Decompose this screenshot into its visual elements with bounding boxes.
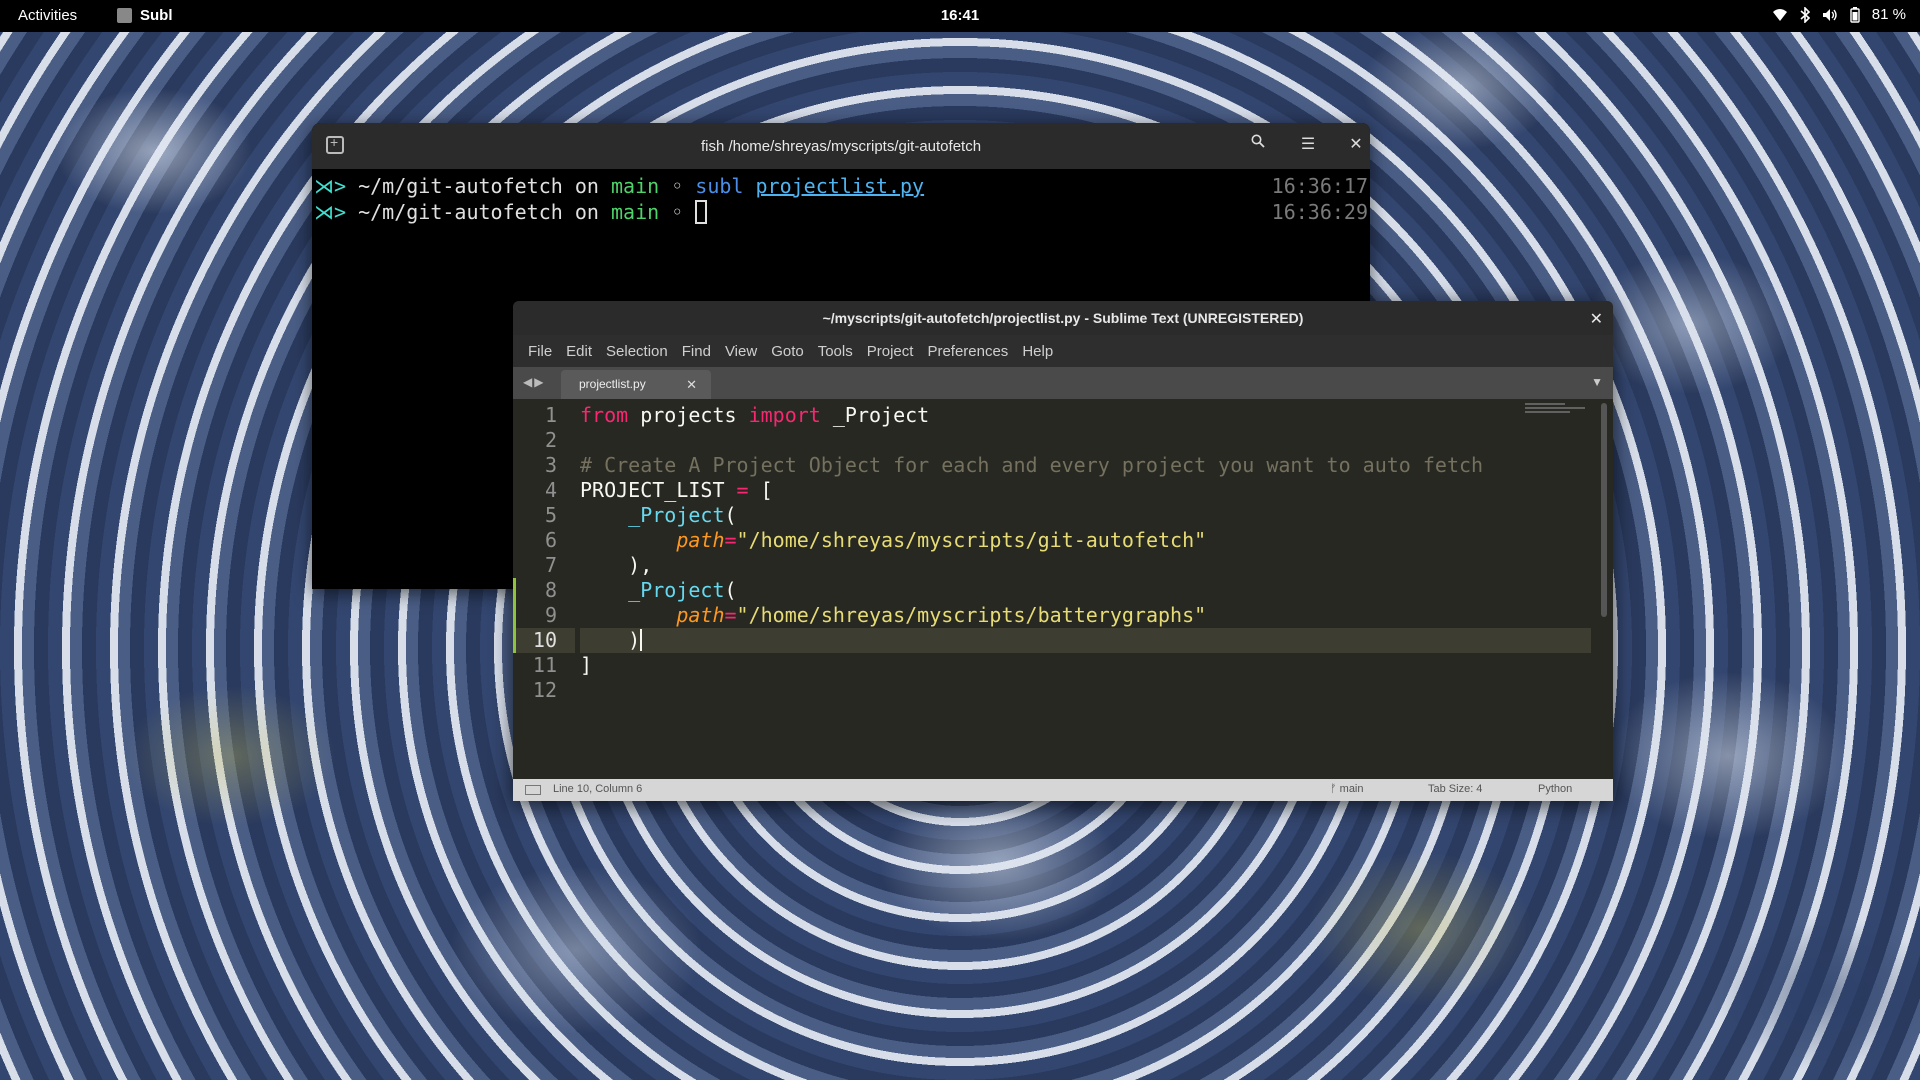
tab-size[interactable]: Tab Size: 4 [1428,783,1482,795]
line-number: 5 [544,503,557,527]
code-line[interactable]: # Create A Project Object for each and e… [580,453,1591,478]
clock[interactable]: 16:41 [941,7,979,24]
terminal-line: ⋊> ~/m/git-autofetch on main ◦ subl proj… [314,174,1368,198]
line-number: 8 [544,578,557,602]
tab-dropdown-icon[interactable]: ▼ [1591,375,1603,389]
menu-goto[interactable]: Goto [764,343,811,360]
line-number: 3 [544,453,557,477]
menu-help[interactable]: Help [1015,343,1060,360]
minimap[interactable] [1525,401,1595,431]
close-icon[interactable]: ✕ [1344,134,1368,154]
code-line[interactable]: ] [580,653,1591,678]
top-bar: Activities Subl 16:41 81 % [0,0,1920,32]
bluetooth-icon [1800,6,1810,23]
branch-icon: ᚠ [1330,783,1340,795]
menu-tools[interactable]: Tools [811,343,860,360]
terminal-output[interactable]: ⋊> ~/m/git-autofetch on main ◦ subl proj… [312,169,1370,225]
volume-icon [1822,8,1838,22]
activities-button[interactable]: Activities [18,7,77,24]
menu-project[interactable]: Project [860,343,921,360]
code-line[interactable]: ), [580,553,1591,578]
wifi-icon [1772,8,1788,22]
tab-projectlist[interactable]: projectlist.py ✕ [561,370,711,399]
terminal-title: fish /home/shreyas/myscripts/git-autofet… [700,137,982,155]
panel-toggle-icon[interactable] [525,785,541,795]
code-line-active[interactable]: ) [580,628,1591,653]
sublime-titlebar[interactable]: ~/myscripts/git-autofetch/projectlist.py… [513,301,1613,335]
app-menu[interactable]: Subl [117,7,173,24]
code-line[interactable]: from projects import _Project [580,403,1591,428]
line-number: 2 [544,428,557,452]
vertical-scrollbar[interactable] [1601,403,1607,617]
menu-view[interactable]: View [718,343,764,360]
code-text[interactable]: from projects import _Project # Create A… [580,403,1591,703]
branch-name: main [1339,783,1364,795]
close-icon[interactable]: ✕ [1590,309,1603,329]
terminal-titlebar[interactable]: fish /home/shreyas/myscripts/git-autofet… [312,123,1370,169]
line-number: 11 [532,653,557,677]
menu-bar: File Edit Selection Find View Goto Tools… [513,335,1613,367]
code-line[interactable]: _Project( [580,503,1591,528]
line-number-gutter: 1 2 3 4 5 6 7 8 9 10 11 12 [513,403,575,703]
tab-label: projectlist.py [579,377,646,391]
line-number: 6 [544,528,557,552]
new-tab-icon[interactable] [326,134,344,154]
line-number: 1 [544,403,557,427]
tab-nav-arrows-icon[interactable]: ◀▶ [523,375,545,389]
battery-percentage: 81 % [1871,6,1906,23]
tab-close-icon[interactable]: ✕ [686,377,697,393]
menu-file[interactable]: File [521,343,559,360]
syntax-selector[interactable]: Python [1538,783,1572,795]
system-tray[interactable]: 81 % [1772,6,1906,23]
code-line[interactable]: PROJECT_LIST = [ [580,478,1591,503]
modified-lines-marker [513,578,516,653]
menu-preferences[interactable]: Preferences [920,343,1015,360]
status-bar: Line 10, Column 6 ᚠ main Tab Size: 4 Pyt… [513,779,1613,801]
timestamp: 16:36:29 [1271,200,1368,224]
line-number: 12 [532,678,557,702]
hamburger-menu-icon[interactable]: ☰ [1296,134,1320,154]
code-line[interactable]: path="/home/shreyas/myscripts/git-autofe… [580,528,1591,553]
line-number: 4 [544,478,557,502]
menu-edit[interactable]: Edit [559,343,599,360]
code-editor[interactable]: 1 2 3 4 5 6 7 8 9 10 11 12 from projects… [513,399,1613,769]
code-line[interactable] [580,678,1591,703]
line-number-active: 10 [513,628,575,653]
line-number: 7 [544,553,557,577]
cursor-position: Line 10, Column 6 [553,783,643,795]
sublime-app-icon [117,8,132,23]
menu-selection[interactable]: Selection [599,343,675,360]
app-menu-label: Subl [140,7,173,24]
terminal-line: ⋊> ~/m/git-autofetch on main ◦ 16:36:29 [314,200,1368,224]
text-caret [640,629,643,651]
terminal-cursor [695,200,708,224]
code-line[interactable]: _Project( [580,578,1591,603]
sublime-title: ~/myscripts/git-autofetch/projectlist.py… [822,310,1304,326]
git-branch[interactable]: ᚠ main [1330,783,1364,795]
battery-icon [1850,6,1860,23]
menu-find[interactable]: Find [675,343,718,360]
code-line[interactable] [580,428,1591,453]
timestamp: 16:36:17 [1271,174,1368,198]
code-line[interactable]: path="/home/shreyas/myscripts/batterygra… [580,603,1591,628]
search-icon[interactable] [1246,134,1270,153]
tab-bar: ◀▶ projectlist.py ✕ ▼ [513,367,1613,399]
line-number: 9 [544,603,557,627]
sublime-window[interactable]: ~/myscripts/git-autofetch/projectlist.py… [513,301,1613,801]
